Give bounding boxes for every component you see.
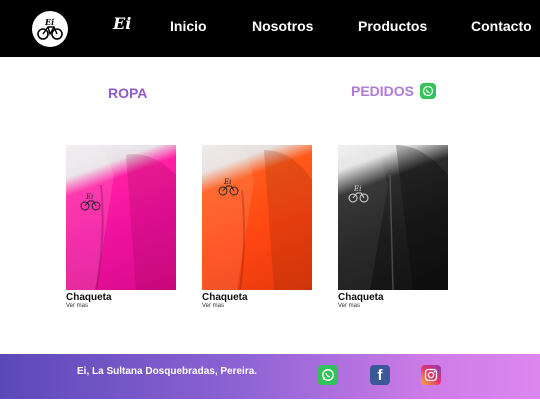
nav-productos[interactable]: Productos [358, 18, 427, 34]
product-photo-pink-jacket[interactable]: Ei [66, 145, 176, 290]
instagram-icon[interactable] [421, 365, 441, 385]
bicycle-logo-icon[interactable]: Ei [32, 11, 68, 47]
brand-mark[interactable]: Ei [113, 14, 131, 33]
product-card[interactable]: Ei Chaqueta Ver mas [338, 145, 448, 309]
ver-mas-link[interactable]: Ver mas [202, 303, 312, 309]
whatsapp-icon[interactable] [420, 83, 437, 99]
pedidos-link[interactable]: PEDIDOS [351, 83, 437, 99]
product-photo-orange-jacket[interactable]: Ei [202, 145, 312, 290]
product-card[interactable]: Ei Chaqueta Ver mas [66, 145, 176, 309]
pedidos-title: PEDIDOS [351, 83, 415, 99]
ver-mas-link[interactable]: Ver mas [66, 303, 176, 309]
top-nav-bar: Ei Ei Inicio Nosotros Productos Contacto [0, 0, 540, 57]
svg-text:Ei: Ei [223, 178, 231, 186]
facebook-icon[interactable]: f [370, 365, 390, 385]
product-card[interactable]: Ei Chaqueta Ver mas [202, 145, 312, 309]
nav-nosotros[interactable]: Nosotros [252, 18, 313, 34]
product-name: Chaqueta [338, 292, 384, 303]
ropa-title: ROPA [108, 85, 148, 101]
product-name: Chaqueta [66, 292, 112, 303]
product-photo-black-jacket[interactable]: Ei [338, 145, 448, 290]
footer: Ei, La Sultana Dosquebradas, Pereira. f [0, 354, 540, 399]
nav-inicio[interactable]: Inicio [170, 18, 207, 34]
product-name: Chaqueta [202, 292, 248, 303]
footer-address: Ei, La Sultana Dosquebradas, Pereira. [77, 366, 258, 377]
page: Ei Ei Inicio Nosotros Productos Contacto… [0, 0, 540, 405]
svg-text:Ei: Ei [353, 185, 361, 193]
ver-mas-link[interactable]: Ver mas [338, 303, 448, 309]
svg-text:Ei: Ei [44, 17, 54, 27]
whatsapp-icon[interactable] [318, 365, 338, 385]
svg-text:Ei: Ei [85, 193, 93, 201]
nav-contacto[interactable]: Contacto [471, 18, 532, 34]
